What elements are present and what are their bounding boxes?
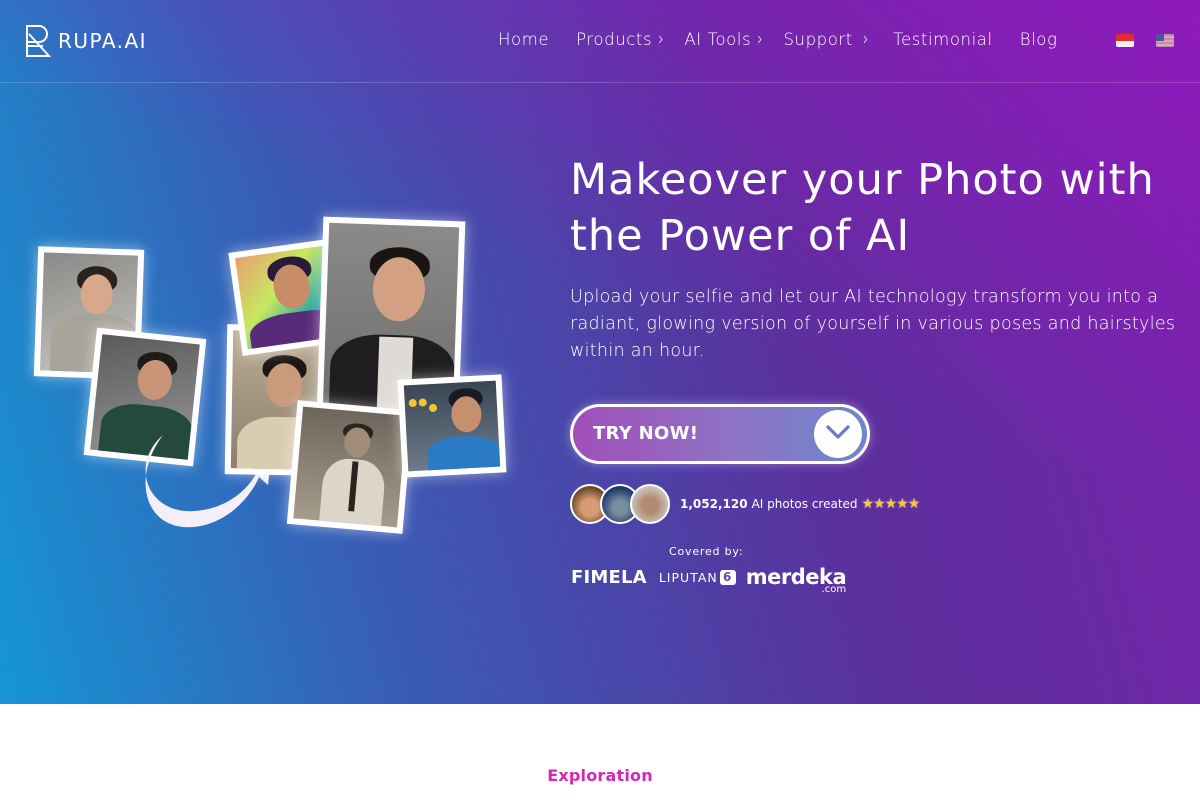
ai-photo-street-blue-shirt [397, 374, 507, 478]
photos-created-stat: 1,052,120 AI photos created ★★★★★ [680, 496, 921, 512]
social-proof: 1,052,120 AI photos created ★★★★★ [570, 484, 921, 524]
photos-created-count: 1,052,120 [680, 497, 748, 511]
avatar-stack [570, 484, 670, 524]
avatar [630, 484, 670, 524]
nav-home[interactable]: Home [498, 30, 549, 49]
nav-products-label: Products [576, 30, 653, 49]
hero-section: RUPA.AI Home Products › AI Tools › Suppo… [0, 0, 1200, 704]
nav-testimonial[interactable]: Testimonial [893, 30, 993, 49]
merdeka-logo[interactable]: merdeka .com [746, 566, 847, 595]
chevron-right-icon: › [862, 29, 870, 50]
photos-created-label: AI photos created [751, 497, 858, 511]
us-flag-icon[interactable] [1156, 34, 1174, 47]
try-now-label: TRY NOW! [593, 423, 699, 444]
nav-products[interactable]: Products › [576, 29, 665, 50]
hero-headline: Makeover your Photo with the Power of AI [570, 155, 1155, 261]
liputan6-logo-text: LIPUTAN [658, 569, 718, 585]
liputan6-logo[interactable]: LIPUTAN 6 [658, 569, 736, 585]
merdeka-logo-suffix: .com [821, 584, 847, 595]
exploration-eyebrow: Exploration [547, 766, 653, 785]
covered-by-label: Covered by: [669, 545, 744, 558]
chevron-right-icon: › [658, 29, 665, 50]
nav-ai-tools[interactable]: AI Tools › [684, 29, 764, 50]
nav-blog[interactable]: Blog [1020, 30, 1058, 49]
try-now-button[interactable]: TRY NOW! [570, 404, 870, 464]
fimela-logo[interactable]: FIMELA [571, 567, 647, 588]
indonesia-flag-icon[interactable] [1116, 34, 1134, 47]
navbar: RUPA.AI Home Products › AI Tools › Suppo… [0, 0, 1200, 83]
main-nav: Home Products › AI Tools › Support › Tes… [498, 29, 1058, 50]
nav-home-label: Home [498, 30, 550, 49]
nav-testimonial-label: Testimonial [893, 30, 993, 49]
nav-support[interactable]: Support › [783, 29, 870, 50]
chevron-down-icon [826, 425, 850, 439]
ai-photo-vintage-sepia [286, 400, 414, 534]
nav-support-label: Support [783, 30, 853, 49]
press-logos: FIMELA LIPUTAN 6 merdeka .com [571, 566, 847, 595]
try-now-icon-circle [814, 410, 862, 458]
logo[interactable]: RUPA.AI [25, 24, 147, 58]
rupa-r-logo-icon [26, 25, 51, 57]
liputan6-logo-six: 6 [719, 569, 736, 585]
nav-blog-label: Blog [1019, 30, 1058, 49]
nav-ai-tools-label: AI Tools [684, 30, 752, 49]
photo-collage [30, 215, 515, 535]
star-rating-icon: ★★★★★ [861, 496, 921, 512]
hero-subtext: Upload your selfie and let our AI techno… [570, 287, 1176, 361]
chevron-right-icon: › [757, 29, 764, 50]
brand-name: RUPA.AI [58, 29, 148, 53]
